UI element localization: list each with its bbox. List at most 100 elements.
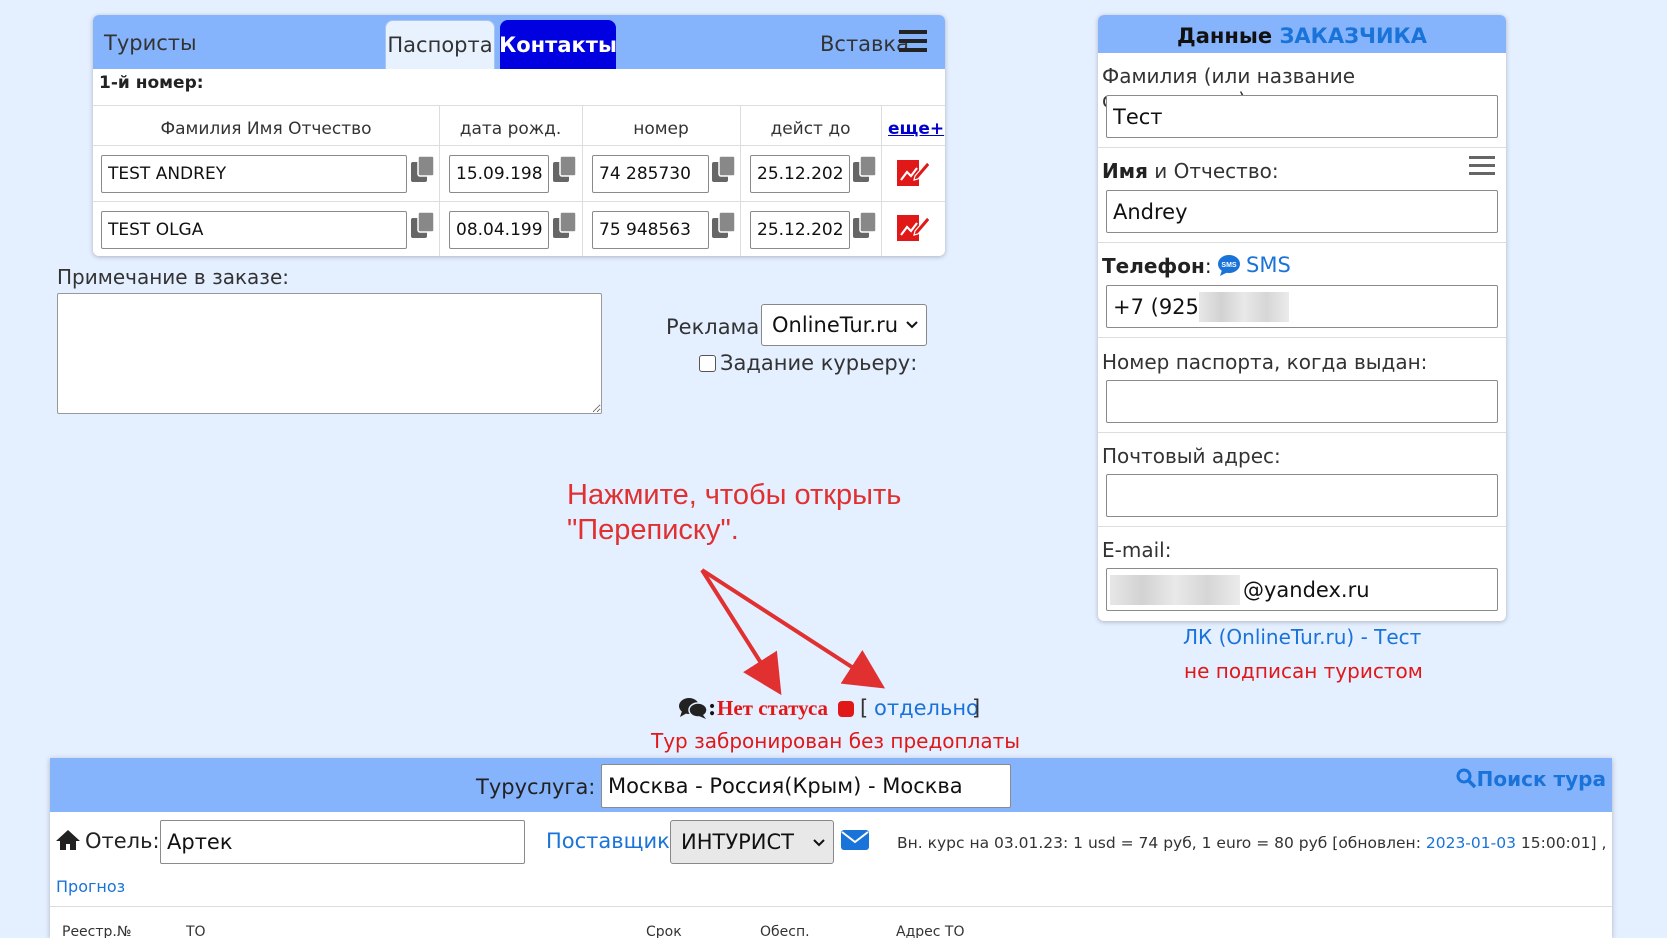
sms-icon[interactable]: SMS [1217,254,1241,276]
chevron-down-icon [813,839,825,847]
comments-icon[interactable] [678,696,708,720]
tourists-panel: Туристы Паспорта Контакты Вставка 1-й но… [93,15,945,256]
row-divider [93,145,945,146]
row-divider [93,201,945,202]
home-icon [56,830,80,850]
chevron-down-icon [906,321,918,329]
sms-link[interactable]: SMS [1246,253,1291,277]
passport-label: Номер паспорта, когда выдан: [1102,350,1428,374]
rate-info: Вн. курс на 03.01.23: 1 usd = 74 руб, 1 … [897,834,1606,852]
rate-text: Вн. курс на 03.01.23: 1 usd = 74 руб, 1 … [897,834,1421,852]
room-label: 1-й номер: [99,73,204,93]
ads-select[interactable]: OnlineTur.ru [761,304,927,346]
name-input[interactable] [1106,190,1498,233]
col-header-number: номер [633,119,689,139]
search-tour-button[interactable]: Поиск тура [1456,767,1606,791]
copy-icon[interactable] [552,211,578,239]
status-indicator [838,701,854,717]
sms-icon-text: SMS [1221,262,1237,269]
section-divider [1098,242,1506,243]
status-colon: : [708,695,717,721]
hotel-label: Отель: [85,829,160,853]
phone-value: +7 (925) [1113,295,1208,319]
phone-label-text: Телефон [1102,254,1205,278]
email-value: @yandex.ru [1243,578,1370,602]
tourist-birth-input[interactable] [449,155,549,193]
customer-title-part2: ЗАКАЗЧИКА [1279,24,1427,48]
section-divider [1098,337,1506,338]
table-header-term: Срок [646,924,682,938]
tour-panel: Туруслуга: Поиск тура Отель: Поставщик: … [50,758,1612,938]
phone-label: Телефон: [1102,254,1212,278]
note-label: Примечание в заказе: [57,265,289,289]
tab-contacts[interactable]: Контакты [499,20,617,69]
name-label-bold: Имя [1102,159,1148,183]
forecast-link[interactable]: Прогноз [56,877,125,896]
phone-label-colon: : [1204,254,1212,278]
tourist-valid-input[interactable] [750,211,850,249]
email-input[interactable]: @yandex.ru [1106,568,1498,611]
customer-panel: Данные ЗАКАЗЧИКА Фамилия (или название о… [1098,15,1506,621]
copy-icon[interactable] [711,155,737,183]
tab-passports[interactable]: Паспорта [385,20,495,69]
name-label-rest: и Отчество: [1154,159,1279,183]
annotation-line-1: Нажмите, чтобы открыть [567,479,902,511]
separately-link[interactable]: отдельно [874,696,979,720]
booking-note: Тур забронирован без предоплаты [651,729,1021,753]
tourist-passport-input[interactable] [592,155,709,193]
annotation-text: Нажмите, чтобы открыть "Переписку". [567,478,901,548]
tourist-name-input[interactable] [101,211,407,249]
lk-status: не подписан туристом [1184,659,1423,683]
copy-icon[interactable] [852,211,878,239]
phone-input[interactable]: +7 (925) [1106,285,1498,328]
bracket-open: [ [860,696,869,720]
menu-icon[interactable] [1469,155,1495,177]
tourist-valid-input[interactable] [750,155,850,193]
passport-input[interactable] [1106,380,1498,423]
section-divider [1098,432,1506,433]
email-redacted [1110,575,1240,605]
row-divider [93,105,945,106]
customer-header: Данные ЗАКАЗЧИКА [1098,15,1506,53]
supplier-label[interactable]: Поставщик: [546,829,677,853]
annotation-line-2: "Переписку". [567,514,739,546]
ads-select-value: OnlineTur.ru [772,313,899,337]
copy-icon[interactable] [410,155,436,183]
copy-icon[interactable] [711,211,737,239]
email-label: E-mail: [1102,538,1172,562]
section-divider [1098,526,1506,527]
rate-date-link[interactable]: 2023-01-03 [1426,834,1516,852]
phone-redacted [1199,292,1289,322]
envelope-icon[interactable] [841,828,869,850]
annotation-arrows [700,568,886,695]
lk-link[interactable]: ЛК (OnlineTur.ru) - Тест [1183,625,1421,649]
copy-icon[interactable] [852,155,878,183]
bracket-close: ] [972,696,981,720]
table-header-to: ТО [186,924,206,938]
note-textarea[interactable] [57,293,602,414]
tourist-passport-input[interactable] [592,211,709,249]
name-label: Имя и Отчество: [1102,159,1279,183]
supplier-select[interactable]: ИНТУРИСТ [670,820,834,864]
more-link[interactable]: еще+ [888,119,944,139]
ads-label: Реклама: [666,315,767,339]
tourist-birth-input[interactable] [449,211,549,249]
service-label: Туруслуга: [476,775,596,799]
col-header-name: Фамилия Имя Отчество [160,119,372,139]
col-header-birth: дата рожд. [459,119,562,139]
insert-label[interactable]: Вставка [820,32,909,56]
search-icon [1456,768,1476,789]
hotel-input[interactable] [160,820,525,864]
menu-icon[interactable] [899,28,927,54]
surname-input[interactable] [1106,95,1498,138]
status-text[interactable]: Нет статуса [717,696,828,721]
courier-checkbox[interactable] [699,355,716,372]
tourist-name-input[interactable] [101,155,407,193]
copy-icon[interactable] [552,155,578,183]
courier-label: Задание курьеру: [720,351,918,375]
edit-icon[interactable] [895,211,931,243]
service-input[interactable] [601,764,1011,808]
address-input[interactable] [1106,474,1498,517]
copy-icon[interactable] [410,211,436,239]
edit-icon[interactable] [895,156,931,188]
